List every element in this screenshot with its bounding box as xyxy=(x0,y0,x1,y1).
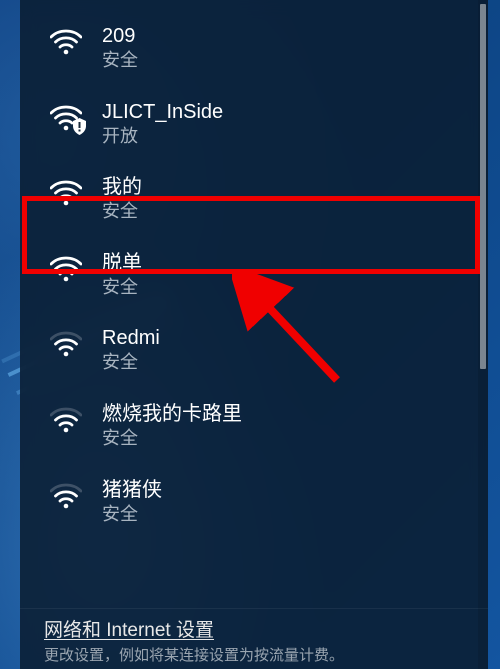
network-status: 安全 xyxy=(102,352,160,374)
network-item[interactable]: 燃烧我的卡路里 安全 xyxy=(20,388,488,464)
network-text: JLICT_InSide 开放 xyxy=(102,100,223,148)
network-item[interactable]: 猪猪侠 安全 xyxy=(20,464,488,540)
wifi-signal-icon xyxy=(50,406,82,434)
wifi-signal-icon xyxy=(50,28,82,56)
network-flyout: 209 安全 JLICT_InSide 开放 我的 安全 xyxy=(20,0,488,669)
wifi-signal-icon xyxy=(50,179,82,207)
network-name: JLICT_InSide xyxy=(102,100,223,124)
scrollbar-thumb[interactable] xyxy=(480,4,486,369)
network-name: Redmi xyxy=(102,326,160,350)
network-item[interactable]: 脱单 安全 xyxy=(20,237,488,313)
network-status: 安全 xyxy=(102,50,138,72)
network-item[interactable]: JLICT_InSide 开放 xyxy=(20,86,488,162)
network-status: 开放 xyxy=(102,126,223,148)
flyout-footer: 网络和 Internet 设置 更改设置，例如将某连接设置为按流量计费。 xyxy=(20,608,488,669)
scrollbar-track[interactable] xyxy=(478,0,488,669)
network-name: 猪猪侠 xyxy=(102,478,162,502)
network-list[interactable]: 209 安全 JLICT_InSide 开放 我的 安全 xyxy=(20,0,488,608)
wifi-signal-icon xyxy=(50,104,82,132)
network-name: 209 xyxy=(102,24,138,48)
network-name: 我的 xyxy=(102,175,142,199)
wifi-signal-icon xyxy=(50,330,82,358)
network-name: 燃烧我的卡路里 xyxy=(102,402,242,426)
network-text: 209 安全 xyxy=(102,24,138,72)
network-status: 安全 xyxy=(102,428,242,450)
network-status: 安全 xyxy=(102,277,142,299)
network-text: 我的 安全 xyxy=(102,175,142,223)
network-settings-subtext: 更改设置，例如将某连接设置为按流量计费。 xyxy=(44,644,464,665)
network-item[interactable]: Redmi 安全 xyxy=(20,312,488,388)
wifi-signal-icon xyxy=(50,482,82,510)
wifi-signal-icon xyxy=(50,255,82,283)
network-item[interactable]: 我的 安全 xyxy=(20,161,488,237)
network-name: 脱单 xyxy=(102,251,142,275)
network-text: 猪猪侠 安全 xyxy=(102,478,162,526)
network-text: 脱单 安全 xyxy=(102,251,142,299)
network-text: 燃烧我的卡路里 安全 xyxy=(102,402,242,450)
network-status: 安全 xyxy=(102,504,162,526)
network-status: 安全 xyxy=(102,201,142,223)
network-settings-link[interactable]: 网络和 Internet 设置 xyxy=(44,615,464,642)
network-item[interactable]: 209 安全 xyxy=(20,10,488,86)
network-text: Redmi 安全 xyxy=(102,326,160,374)
